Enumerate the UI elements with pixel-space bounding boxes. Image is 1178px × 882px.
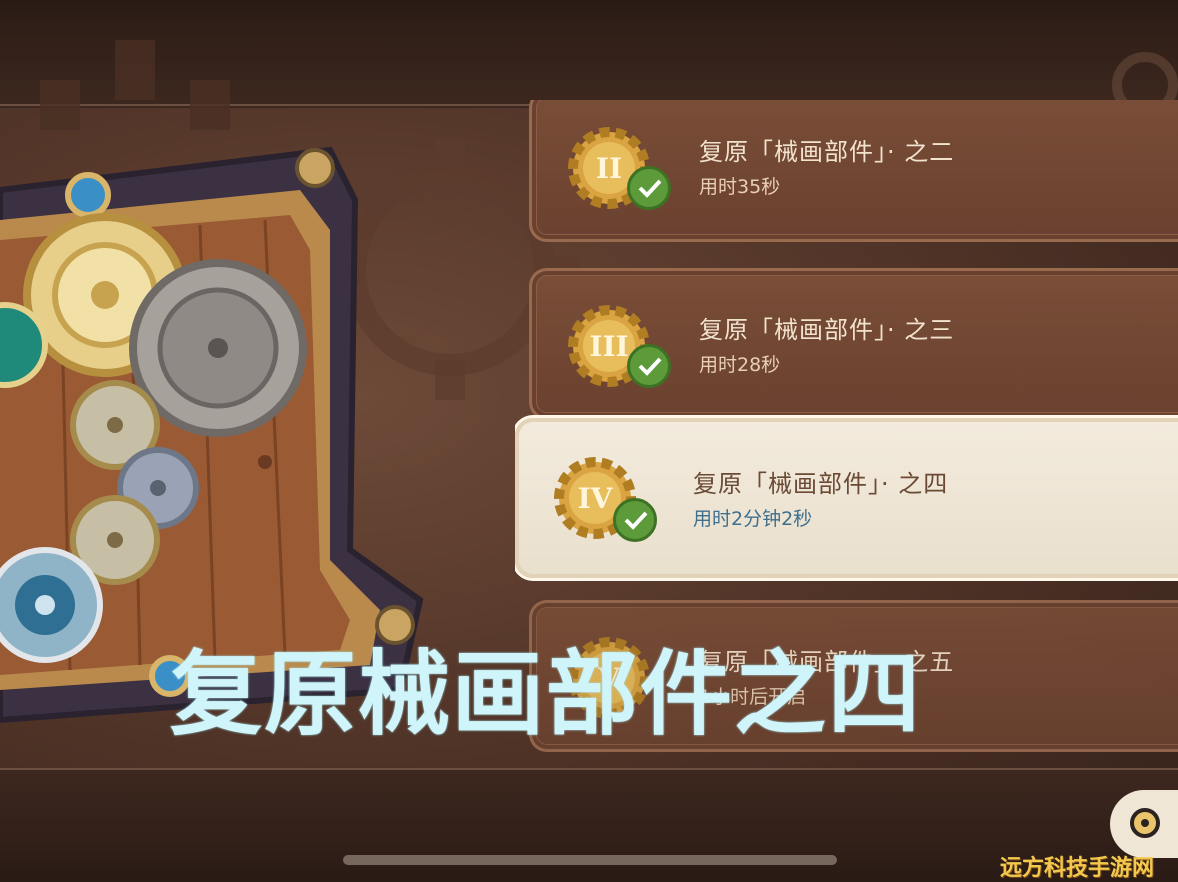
menu-button[interactable] — [1110, 790, 1178, 858]
checkmark-icon — [627, 344, 671, 388]
level-title: 复原「械画部件」· 之四 — [693, 470, 949, 498]
checkmark-icon — [627, 166, 671, 210]
level-card[interactable]: III 复原「械画部件」· 之三 用时28秒 — [529, 268, 1178, 420]
overlay-caption: 复原械画部件之四 — [170, 641, 923, 748]
level-title: 复原「械画部件」· 之二 — [699, 138, 955, 166]
svg-text:II: II — [596, 152, 622, 185]
grey-gear-icon — [129, 259, 307, 437]
level-time: 用时28秒 — [699, 354, 781, 376]
blue-gear-icon — [0, 547, 103, 663]
svg-text:IV: IV — [578, 482, 614, 515]
svg-text:III: III — [589, 330, 628, 363]
level-time: 用时35秒 — [699, 176, 781, 198]
checkmark-icon — [613, 498, 657, 542]
level-card-selected[interactable]: IV 复原「械画部件」· 之四 用时2分钟2秒 — [515, 418, 1178, 578]
level-time: 用时2分钟2秒 — [693, 508, 813, 530]
level-title: 复原「械画部件」· 之三 — [699, 316, 955, 344]
level-card[interactable]: II 复原「械画部件」· 之二 用时35秒 — [529, 100, 1178, 242]
home-indicator[interactable] — [343, 855, 837, 865]
paimon-menu-icon — [1130, 808, 1160, 838]
watermark: 远方科技手游网 — [1000, 856, 1155, 881]
